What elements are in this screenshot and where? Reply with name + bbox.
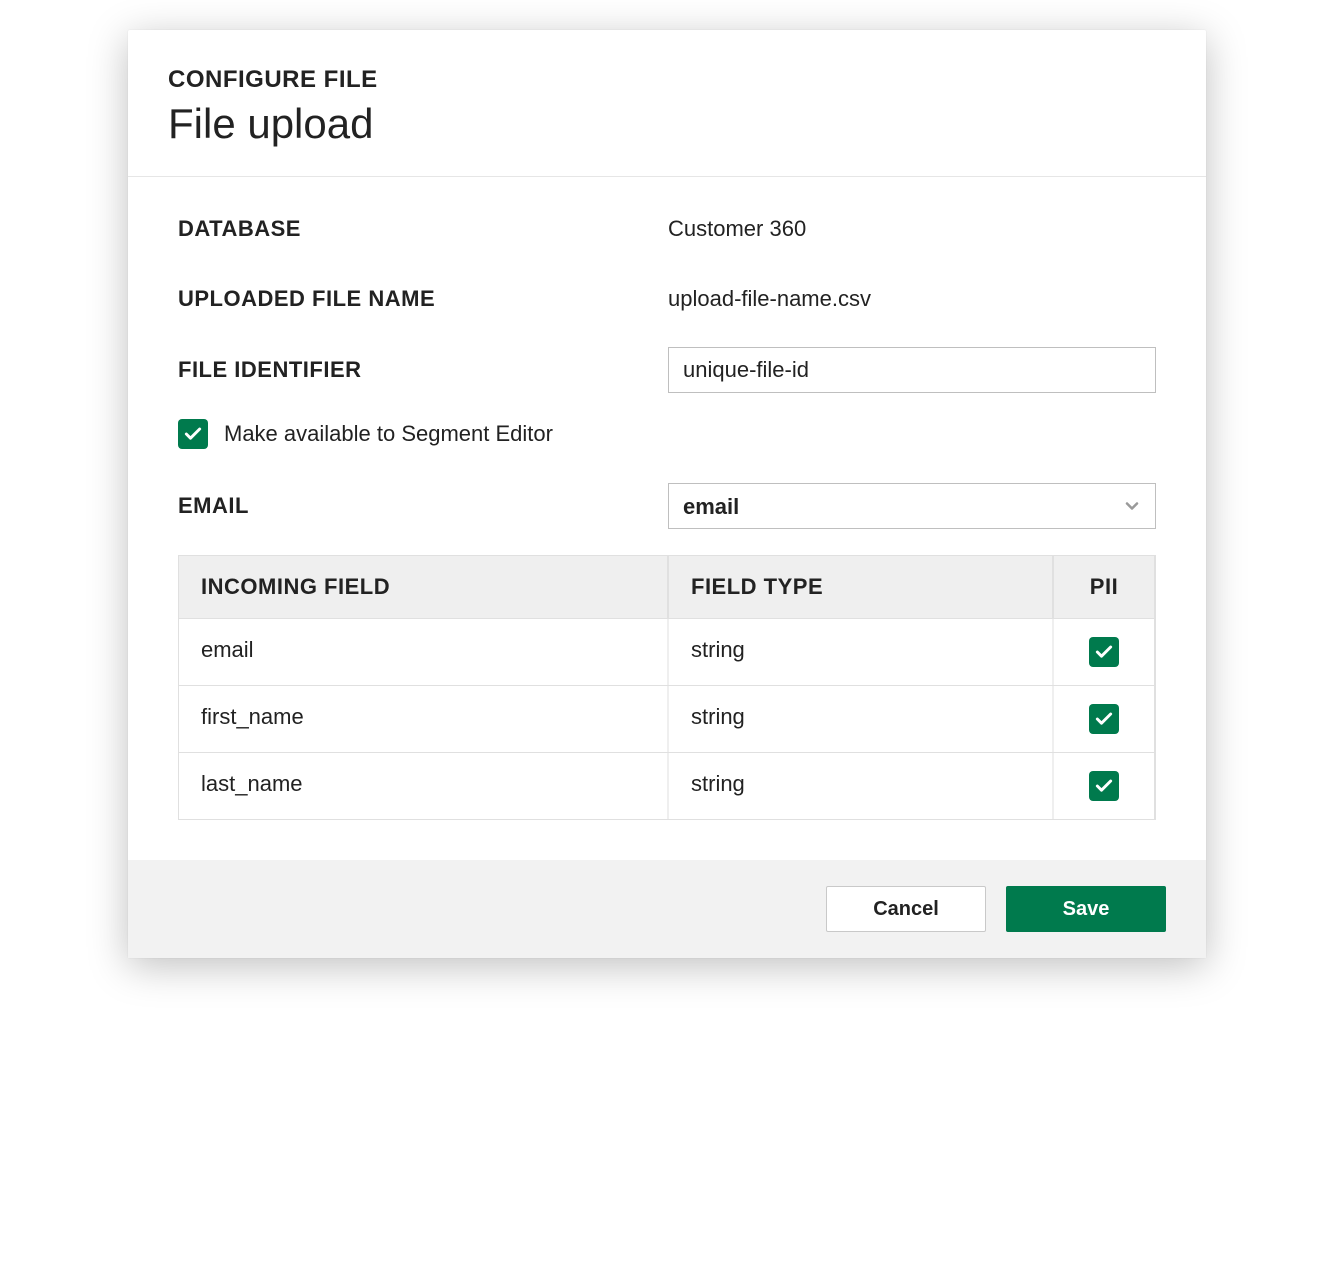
- configure-file-dialog: CONFIGURE FILE File upload DATABASE Cust…: [128, 30, 1206, 958]
- input-file-identifier[interactable]: [668, 347, 1156, 393]
- dialog-title: File upload: [168, 100, 1166, 148]
- label-segment-editor: Make available to Segment Editor: [224, 421, 553, 447]
- row-database: DATABASE Customer 360: [178, 207, 1156, 251]
- dialog-eyebrow: CONFIGURE FILE: [168, 66, 1166, 94]
- checkbox-pii[interactable]: [1089, 637, 1119, 667]
- td-incoming-field: email: [179, 619, 669, 685]
- row-segment-editor: Make available to Segment Editor: [178, 419, 1156, 449]
- check-icon: [1094, 709, 1114, 729]
- label-email: EMAIL: [178, 493, 668, 519]
- checkbox-pii[interactable]: [1089, 771, 1119, 801]
- value-database: Customer 360: [668, 216, 1156, 242]
- td-field-type: string: [669, 753, 1054, 819]
- label-database: DATABASE: [178, 216, 668, 242]
- dialog-body: DATABASE Customer 360 UPLOADED FILE NAME…: [128, 177, 1206, 860]
- label-file-identifier: FILE IDENTIFIER: [178, 357, 668, 383]
- td-incoming-field: last_name: [179, 753, 669, 819]
- field-mapping-table: INCOMING FIELD FIELD TYPE PII email stri…: [178, 555, 1156, 820]
- th-pii: PII: [1054, 556, 1154, 618]
- cancel-button[interactable]: Cancel: [826, 886, 986, 932]
- td-field-type: string: [669, 619, 1054, 685]
- table-row: email string: [179, 619, 1154, 686]
- td-field-type: string: [669, 686, 1054, 752]
- th-incoming-field: INCOMING FIELD: [179, 556, 669, 618]
- table-row: last_name string: [179, 753, 1154, 819]
- td-pii: [1054, 619, 1154, 685]
- check-icon: [1094, 776, 1114, 796]
- select-email[interactable]: email: [668, 483, 1156, 529]
- save-button[interactable]: Save: [1006, 886, 1166, 932]
- dialog-header: CONFIGURE FILE File upload: [128, 30, 1206, 177]
- row-file-identifier: FILE IDENTIFIER: [178, 347, 1156, 393]
- td-pii: [1054, 753, 1154, 819]
- th-field-type: FIELD TYPE: [669, 556, 1054, 618]
- check-icon: [1094, 642, 1114, 662]
- value-uploaded-file: upload-file-name.csv: [668, 286, 1156, 312]
- td-incoming-field: first_name: [179, 686, 669, 752]
- table-row: first_name string: [179, 686, 1154, 753]
- td-pii: [1054, 686, 1154, 752]
- checkbox-pii[interactable]: [1089, 704, 1119, 734]
- checkbox-segment-editor[interactable]: [178, 419, 208, 449]
- check-icon: [183, 424, 203, 444]
- dialog-footer: Cancel Save: [128, 860, 1206, 958]
- label-uploaded-file: UPLOADED FILE NAME: [178, 286, 668, 312]
- table-header-row: INCOMING FIELD FIELD TYPE PII: [179, 556, 1154, 619]
- row-uploaded-file: UPLOADED FILE NAME upload-file-name.csv: [178, 277, 1156, 321]
- row-email: EMAIL email: [178, 483, 1156, 529]
